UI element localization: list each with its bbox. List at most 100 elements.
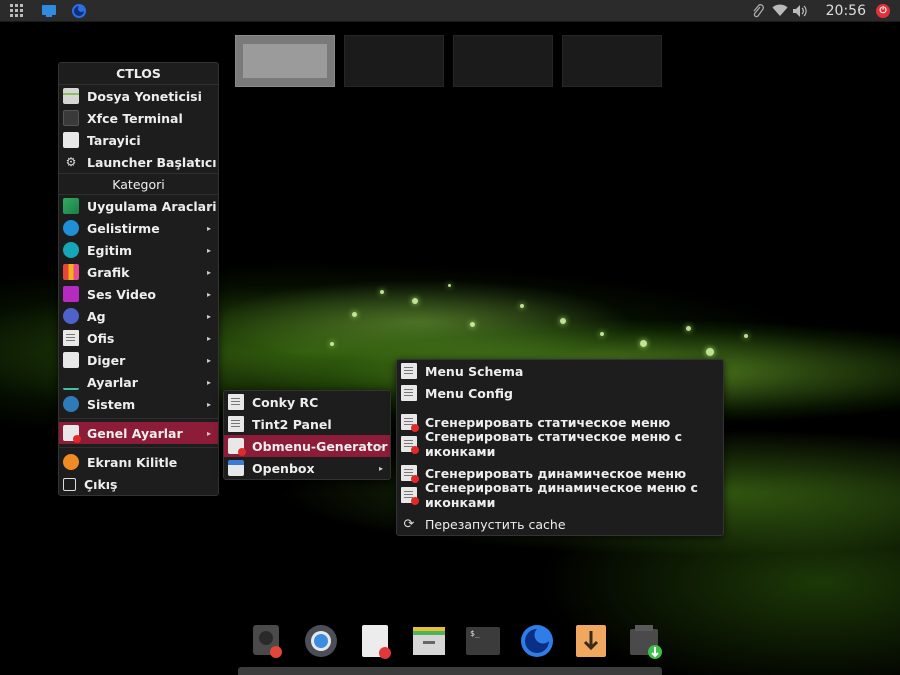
- accessories-icon: [63, 198, 79, 214]
- browser-icon: [63, 132, 79, 148]
- top-panel: 20:56 ⏻: [0, 0, 900, 22]
- menu-item-lock-screen[interactable]: Ekranı Kilitle: [59, 451, 218, 473]
- network-icon: [63, 308, 79, 324]
- menu-item-development[interactable]: Gelistirme ▸: [59, 217, 218, 239]
- document-icon: [228, 416, 244, 432]
- menu-item-label: Tint2 Panel: [252, 416, 332, 432]
- submenu-arrow-icon: ▸: [206, 289, 211, 299]
- other-icon: [63, 352, 79, 368]
- menu-item-accessories[interactable]: Uygulama Araclari ▸: [59, 195, 218, 217]
- power-icon[interactable]: ⏻: [876, 3, 890, 18]
- submenu-arrow-icon: ▸: [206, 267, 211, 277]
- menu-item-label: Dosya Yoneticisi: [87, 88, 202, 104]
- menu-separator: [59, 415, 218, 422]
- menu-item-label: Ofis: [87, 330, 115, 346]
- menu-item-file-manager[interactable]: Dosya Yoneticisi: [59, 85, 218, 107]
- menu-item-label: Ayarlar: [87, 374, 138, 390]
- workspace-3[interactable]: [453, 35, 553, 87]
- generate-icon: [401, 465, 419, 483]
- menu-title: CTLOS: [59, 63, 218, 85]
- menu-item-label: Ag: [87, 308, 106, 324]
- terminal-icon[interactable]: $_: [465, 622, 501, 660]
- menu-item-label: Сгенерировать статическое меню с иконкам…: [425, 429, 683, 459]
- download-icon[interactable]: [573, 622, 609, 660]
- menu-item-office[interactable]: Ofis ▸: [59, 327, 218, 349]
- sparkle: [470, 322, 475, 327]
- menu-item-education[interactable]: Egitim ▸: [59, 239, 218, 261]
- submenu-arrow-icon: ▸: [206, 399, 211, 409]
- gears-icon: ⚙: [65, 155, 77, 169]
- menu-item-genel-ayarlar[interactable]: Genel Ayarlar ▸: [59, 422, 218, 444]
- dock-bar: [238, 667, 662, 675]
- menu-item-generate-static-icons[interactable]: Сгенерировать статическое меню с иконкам…: [397, 429, 723, 459]
- workspace-2[interactable]: [344, 35, 444, 87]
- menu-item-label: Menu Schema: [425, 363, 524, 379]
- menu-item-obmenu-generator[interactable]: Obmenu-Generator ▸: [224, 435, 390, 457]
- menu-item-openbox[interactable]: Openbox ▸: [224, 457, 390, 479]
- submenu-arrow-icon: ▸: [206, 245, 211, 255]
- firefox-icon[interactable]: [519, 622, 555, 660]
- menu-item-generate-dynamic-icons[interactable]: Сгенерировать динамическое меню с иконка…: [397, 480, 723, 510]
- menu-item-label: Ekranı Kilitle: [87, 454, 178, 470]
- desktop-icon[interactable]: [38, 0, 60, 22]
- submenu-arrow-icon: ▸: [206, 355, 211, 365]
- clock[interactable]: 20:56: [826, 3, 866, 19]
- menu-item-menu-config[interactable]: Menu Config: [397, 382, 723, 404]
- sparkle: [706, 348, 714, 356]
- menu-item-menu-schema[interactable]: Menu Schema: [397, 360, 723, 382]
- menu-item-browser[interactable]: Tarayici: [59, 129, 218, 151]
- menu-item-label: Uygulama Araclari: [87, 198, 217, 214]
- install-icon[interactable]: [627, 622, 663, 660]
- sparkle: [380, 290, 384, 294]
- apps-grid-icon[interactable]: [6, 0, 28, 22]
- menu-item-restart-cache[interactable]: ⟳ Перезапустить cache: [397, 513, 723, 535]
- workspace-4[interactable]: [562, 35, 662, 87]
- menu-item-label: Openbox: [252, 460, 315, 476]
- menu-item-settings[interactable]: Ayarlar ▸: [59, 371, 218, 393]
- generate-icon: [401, 414, 419, 432]
- menu-item-label: Obmenu-Generator: [252, 438, 388, 454]
- graphics-icon: [63, 264, 79, 280]
- menu-item-system[interactable]: Sistem ▸: [59, 393, 218, 415]
- menu-item-label: Перезапустить cache: [425, 516, 566, 532]
- sparkle: [600, 332, 604, 336]
- firefox-icon[interactable]: [68, 0, 90, 22]
- menu-item-terminal[interactable]: Xfce Terminal: [59, 107, 218, 129]
- logout-icon: [63, 477, 76, 491]
- chromium-icon[interactable]: [303, 622, 339, 660]
- file-manager-icon[interactable]: [411, 622, 447, 660]
- genel-ayarlar-submenu: Conky RC Tint2 Panel Obmenu-Generator ▸ O…: [223, 390, 391, 480]
- file-manager-icon: [63, 88, 79, 104]
- sparkle: [744, 334, 748, 338]
- terminal-icon: [63, 110, 79, 126]
- education-icon: [63, 242, 79, 258]
- workspace-1[interactable]: [235, 35, 335, 87]
- menu-item-label: Сгенерировать динамическое меню с иконка…: [425, 480, 698, 510]
- menu-item-label: Tarayici: [87, 132, 141, 148]
- multimedia-icon: [63, 286, 79, 302]
- menu-item-conky-rc[interactable]: Conky RC: [224, 391, 390, 413]
- document-icon: [228, 394, 244, 410]
- disk-settings-icon[interactable]: [249, 622, 285, 660]
- document-icon: [401, 385, 417, 401]
- menu-item-tint2-panel[interactable]: Tint2 Panel: [224, 413, 390, 435]
- sparkle: [352, 312, 357, 317]
- text-editor-icon[interactable]: [357, 622, 393, 660]
- menu-item-other[interactable]: Diger ▸: [59, 349, 218, 371]
- paperclip-icon[interactable]: [750, 3, 766, 19]
- menu-item-launcher[interactable]: ⚙ Launcher Başlatıcı: [59, 151, 218, 173]
- office-icon: [63, 330, 79, 346]
- wifi-icon[interactable]: [772, 3, 788, 19]
- menu-item-network[interactable]: Ag ▸: [59, 305, 218, 327]
- menu-item-label: Launcher Başlatıcı: [87, 154, 217, 170]
- workspace-switcher: [235, 35, 662, 87]
- menu-item-label: Xfce Terminal: [87, 110, 183, 126]
- menu-item-graphics[interactable]: Grafik ▸: [59, 261, 218, 283]
- menu-item-label: Diger: [87, 352, 126, 368]
- menu-item-multimedia[interactable]: Ses Video ▸: [59, 283, 218, 305]
- menu-item-label: Gelistirme: [87, 220, 160, 236]
- menu-item-label: Conky RC: [252, 394, 319, 410]
- volume-icon[interactable]: [792, 3, 808, 19]
- menu-item-label: Sistem: [87, 396, 136, 412]
- menu-item-exit[interactable]: Çıkış: [59, 473, 218, 495]
